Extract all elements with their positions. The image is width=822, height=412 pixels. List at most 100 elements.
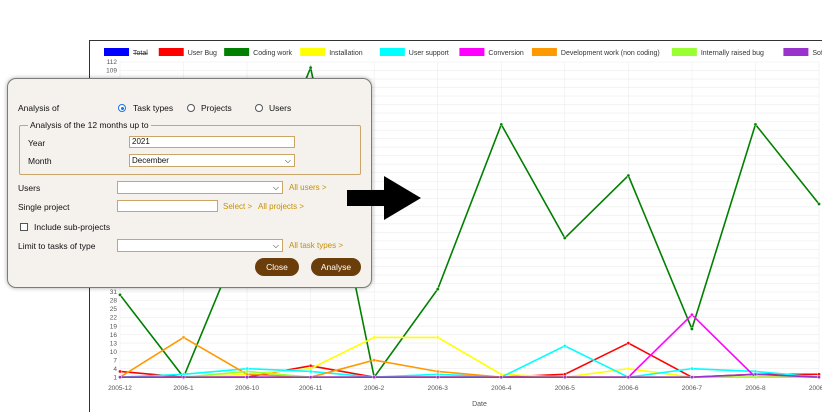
x-tick-label: 2006-9	[809, 385, 822, 392]
x-tick-label: 2006-10	[235, 385, 259, 392]
x-tick-label: 2006-5	[555, 385, 576, 392]
data-point	[626, 173, 631, 178]
close-button[interactable]: Close	[255, 258, 299, 276]
data-point	[181, 335, 186, 340]
x-tick-label: 2006-8	[745, 385, 766, 392]
data-point	[690, 312, 694, 317]
include-subprojects-checkbox[interactable]	[20, 223, 28, 231]
x-tick-label: 2006-11	[299, 385, 323, 392]
x-tick-label: 2006-6	[618, 385, 639, 392]
month-label: Month	[28, 156, 52, 166]
task-type-select[interactable]: ⌵	[117, 239, 283, 252]
right-arrow-icon	[347, 176, 421, 220]
legend-swatch	[104, 48, 129, 56]
fieldset-legend: Analysis of the 12 months up to	[28, 120, 151, 130]
data-point	[181, 375, 186, 379]
x-axis-title: Date	[472, 401, 487, 408]
data-point	[245, 369, 249, 374]
all-users-link[interactable]: All users >	[289, 183, 327, 192]
data-point	[817, 202, 821, 206]
data-point	[690, 366, 694, 371]
x-tick-label: 2005-12	[108, 385, 132, 392]
y-tick-label: 19	[110, 323, 118, 330]
legend-swatch	[300, 48, 326, 56]
year-input[interactable]: 2021	[129, 136, 295, 148]
legend-swatch	[459, 48, 485, 56]
radio-projects[interactable]	[187, 104, 195, 112]
all-projects-link[interactable]: All projects >	[258, 202, 304, 211]
chevron-down-icon: ⌵	[284, 156, 291, 165]
y-tick-label: 16	[110, 332, 118, 339]
single-project-input[interactable]	[117, 200, 218, 212]
users-label: Users	[18, 183, 41, 193]
users-select[interactable]: ⌵	[117, 181, 283, 194]
data-point	[626, 375, 631, 379]
analysis-of-label: Analysis of	[18, 103, 60, 113]
data-point	[372, 375, 376, 379]
period-fieldset	[19, 125, 361, 175]
data-point	[690, 375, 694, 379]
legend-label: Conversion	[488, 50, 524, 57]
all-task-types-link[interactable]: All task types >	[289, 241, 343, 250]
data-point	[372, 358, 376, 362]
legend-label: Software update	[812, 50, 822, 57]
radio-users[interactable]	[255, 104, 263, 112]
month-select-value: December	[132, 156, 169, 165]
data-point	[118, 293, 122, 297]
data-point	[626, 341, 631, 345]
chevron-down-icon: ⌵	[272, 241, 279, 250]
data-point	[118, 375, 122, 379]
year-label: Year	[28, 138, 46, 148]
single-project-label: Single project	[18, 202, 70, 212]
y-tick-label: 1	[113, 374, 117, 381]
y-tick-label: 31	[110, 289, 118, 296]
data-point	[690, 327, 694, 331]
x-tick-label: 2006-1	[173, 385, 194, 392]
data-point	[308, 375, 313, 379]
legend-label: User support	[409, 50, 449, 57]
x-tick-label: 2006-7	[682, 385, 703, 392]
legend-label: Development work (non coding)	[561, 50, 660, 57]
x-tick-label: 2006-4	[491, 385, 512, 392]
data-point	[626, 366, 631, 371]
data-point	[435, 375, 440, 379]
x-tick-label: 2006-3	[428, 385, 449, 392]
analysis-dialog: Analysis of Task types Projects Users An…	[7, 78, 372, 288]
series-line-conversion	[120, 313, 819, 378]
y-tick-label: 4	[113, 366, 117, 373]
data-point	[372, 335, 376, 340]
y-tick-label: 28	[110, 298, 118, 305]
radio-task-types[interactable]	[118, 104, 126, 112]
data-point	[245, 375, 249, 379]
legend-label: Installation	[329, 50, 363, 57]
analyse-button[interactable]: Analyse	[311, 258, 361, 276]
data-point	[817, 375, 821, 379]
month-select[interactable]: December ⌵	[129, 154, 295, 167]
y-tick-label: 7	[113, 357, 117, 364]
data-point	[435, 287, 440, 291]
legend-swatch	[224, 48, 250, 56]
legend-label: Total	[133, 50, 148, 57]
data-point	[563, 236, 567, 240]
select-project-link[interactable]: Select >	[223, 202, 252, 211]
legend-swatch	[783, 48, 809, 56]
legend-swatch	[158, 48, 184, 56]
data-point	[118, 369, 122, 374]
radio-users-label: Users	[269, 103, 292, 113]
data-point	[563, 344, 567, 348]
y-tick-label: 109	[106, 68, 117, 75]
y-tick-label: 13	[110, 340, 118, 347]
legend-swatch	[531, 48, 557, 56]
data-point	[563, 375, 567, 379]
legend-label: Internally raised bug	[701, 50, 764, 57]
data-point	[308, 369, 313, 374]
data-point	[435, 369, 440, 374]
chevron-down-icon: ⌵	[272, 183, 279, 192]
data-point	[435, 335, 440, 340]
legend-label: Coding work	[253, 50, 292, 57]
legend-swatch	[379, 48, 405, 56]
data-point	[753, 372, 758, 377]
radio-projects-label: Projects	[201, 103, 232, 113]
y-tick-label: 25	[110, 306, 118, 313]
legend-swatch	[671, 48, 697, 56]
